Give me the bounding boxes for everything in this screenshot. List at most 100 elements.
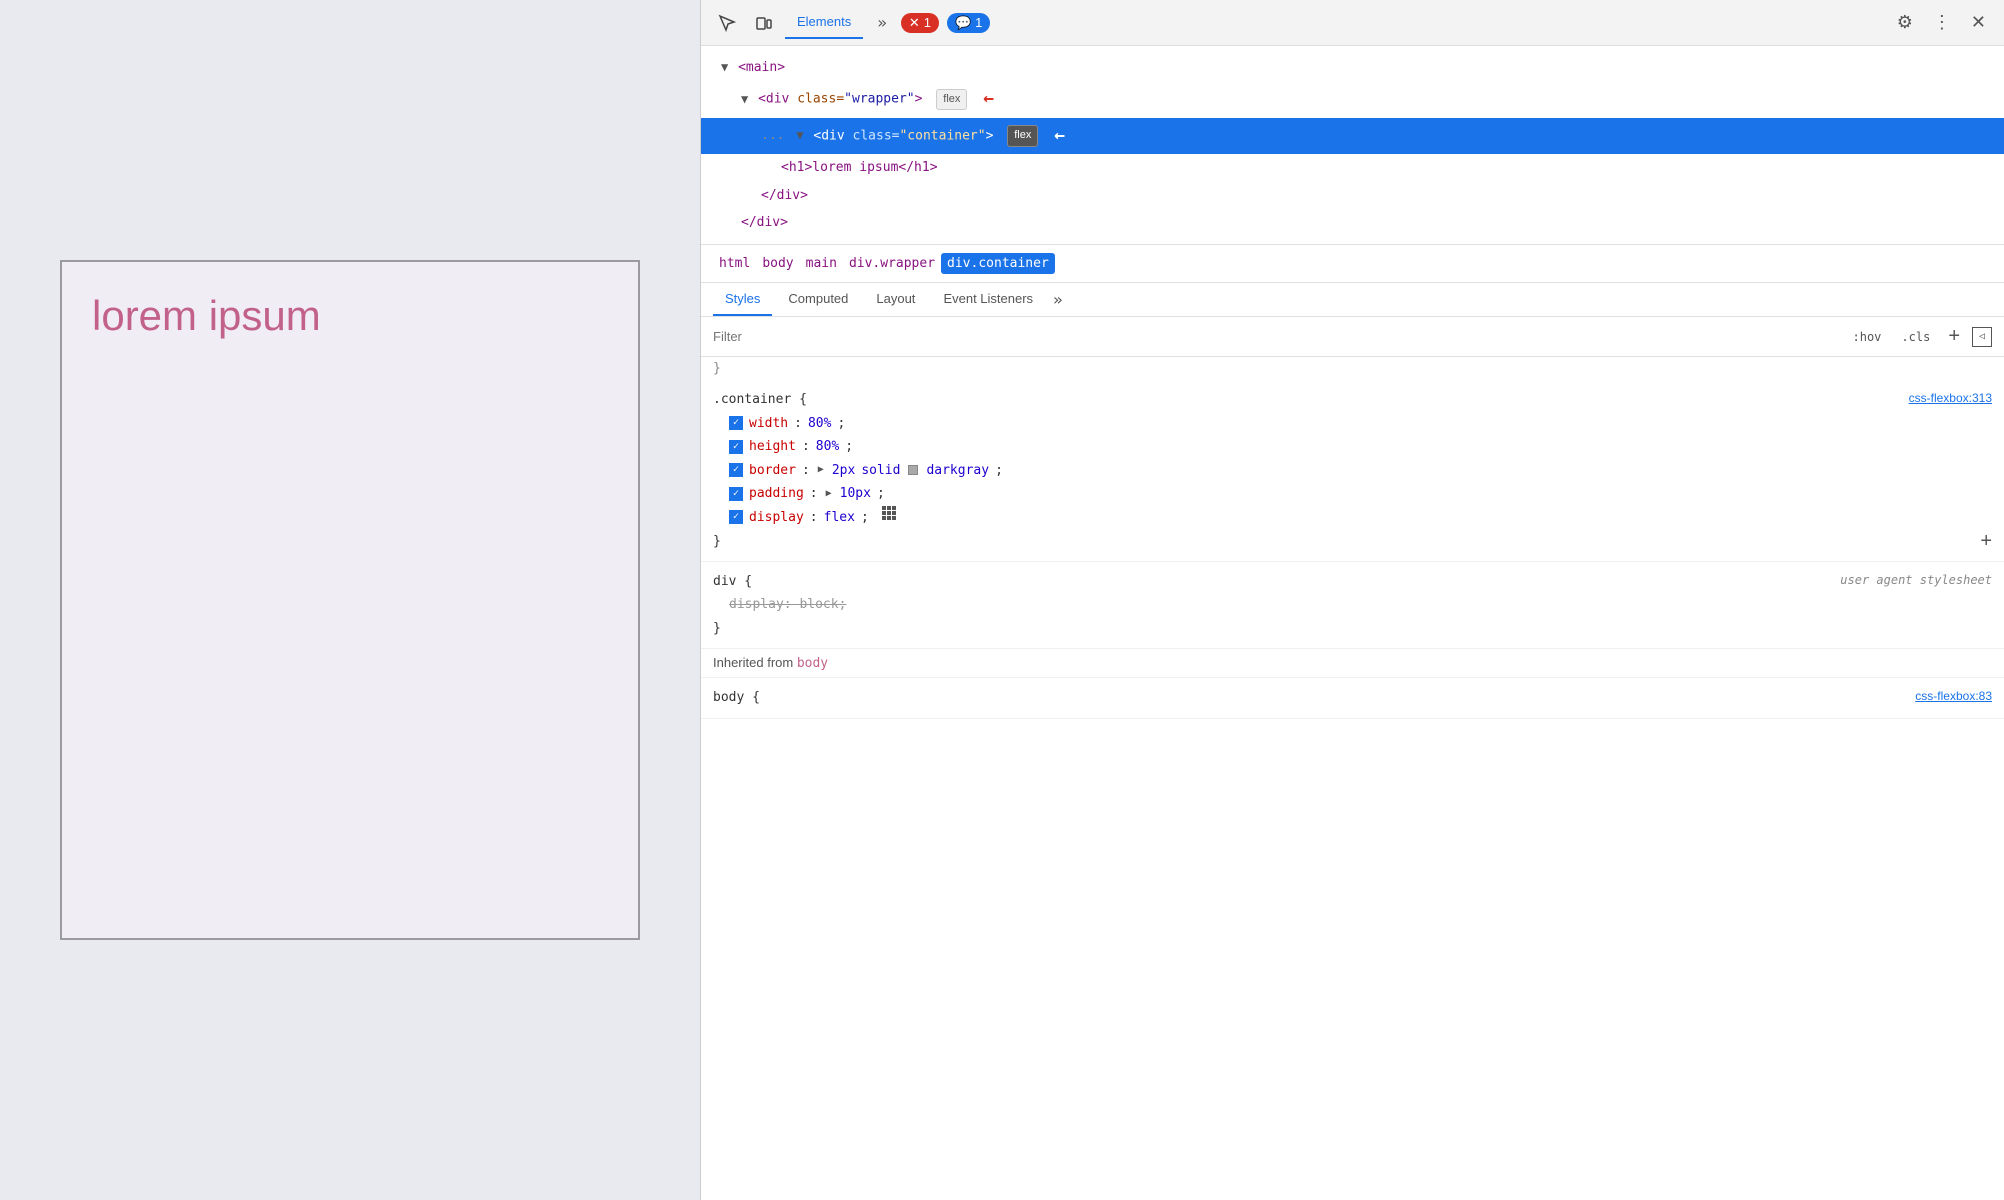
devtools-toolbar: Elements » ✕ 1 💬 1 ⚙ ⋮ ✕ [701,0,2004,46]
container-selector: .container { [713,392,807,407]
styles-more-tabs-icon[interactable]: » [1049,286,1067,313]
breadcrumb-html[interactable]: html [713,253,756,274]
width-checkbox[interactable]: ✓ [729,416,743,430]
add-style-button[interactable]: + [1944,323,1964,350]
height-checkbox[interactable]: ✓ [729,440,743,454]
container-flex-badge[interactable]: flex [1007,125,1038,147]
border-color-swatch[interactable] [908,465,918,475]
height-semicolon: ; [845,435,853,458]
width-semicolon: ; [837,412,845,435]
wrapper-close-bracket: > [915,92,923,107]
tab-layout[interactable]: Layout [864,283,927,316]
tab-elements[interactable]: Elements [785,6,863,39]
container-rule-header: css-flexbox:313 .container { [713,388,1992,411]
tree-div-close2[interactable]: </div> [701,209,2004,236]
tab-styles[interactable]: Styles [713,283,772,316]
inspect-icon [718,14,736,32]
info-badge[interactable]: 💬 1 [947,13,990,33]
inherited-from-label: Inherited from body [701,649,2004,678]
breadcrumb-wrapper[interactable]: div.wrapper [843,253,941,274]
padding-prop-name: padding [749,482,804,505]
tab-computed[interactable]: Computed [776,283,860,316]
width-colon: : [794,412,802,435]
div-selector: div { [713,574,752,589]
hov-button[interactable]: :hov [1847,328,1888,346]
display-checkbox[interactable]: ✓ [729,510,743,524]
wrapper-attr-class: class= [797,92,844,107]
breadcrumb-container[interactable]: div.container [941,253,1055,274]
display-prop-value[interactable]: flex [824,506,855,529]
div-close-text2: </div> [741,215,788,230]
breadcrumb-main[interactable]: main [800,253,843,274]
width-property-line: ✓ width : 80% ; [713,412,1992,435]
display-property-line: ✓ display : flex ; [713,505,1992,529]
padding-property-line: ✓ padding : ▶ 10px ; [713,482,1992,505]
div-rule-close-brace: } [713,621,721,636]
body-css-source-link[interactable]: css-flexbox:83 [1915,686,1992,708]
force-styles-icon[interactable]: ◁ [1972,327,1992,347]
tree-container-tag[interactable]: ... ▼ <div class="container"> flex ← [701,118,2004,154]
breadcrumb-body[interactable]: body [756,253,799,274]
error-count: 1 [924,15,931,30]
error-badge[interactable]: ✕ 1 [901,13,939,33]
padding-semicolon: ; [877,482,885,505]
filter-bar: :hov .cls + ◁ [701,317,2004,357]
more-tabs-icon[interactable]: » [871,9,893,36]
filter-input[interactable] [713,329,1839,344]
dots-prefix: ... [761,128,784,143]
inherited-element[interactable]: body [797,656,828,671]
tree-h1-tag[interactable]: <h1>lorem ipsum</h1> [701,154,2004,181]
border-checkbox[interactable]: ✓ [729,463,743,477]
container-css-rule: css-flexbox:313 .container { ✓ width : 8… [701,380,2004,562]
border-prop-value-px[interactable]: 2px [832,459,855,482]
info-count: 1 [975,15,982,30]
add-property-button[interactable]: + [1980,530,1992,553]
inspect-element-button[interactable] [713,9,741,37]
container-close-bracket: > [986,128,994,143]
height-property-line: ✓ height : 80% ; [713,435,1992,458]
padding-prop-value[interactable]: 10px [840,482,871,505]
breadcrumb: html body main div.wrapper div.container [701,245,2004,283]
container-css-source-link[interactable]: css-flexbox:313 [1909,388,1992,410]
padding-expand-arrow[interactable]: ▶ [826,485,832,503]
info-bubble-icon: 💬 [955,15,971,31]
partial-rule-indicator: } [701,357,2004,380]
close-devtools-button[interactable]: ✕ [1965,8,1992,37]
border-prop-name: border [749,459,796,482]
styles-tabs-bar: Styles Computed Layout Event Listeners » [701,283,2004,317]
display-ua-property-line: display: block; [713,593,1992,616]
wrapper-flex-badge[interactable]: flex [936,89,967,111]
border-prop-value-solid[interactable]: solid [861,459,900,482]
padding-colon: : [810,482,818,505]
cls-button[interactable]: .cls [1895,328,1936,346]
body-rule-header: css-flexbox:83 body { [713,686,1992,709]
flex-grid-icon[interactable] [881,505,897,529]
display-semicolon: ; [861,506,869,529]
border-prop-value-color[interactable]: darkgray [926,459,989,482]
device-toolbar-button[interactable] [749,9,777,37]
width-prop-value[interactable]: 80% [808,412,831,435]
error-x-icon: ✕ [909,15,920,31]
height-prop-value[interactable]: 80% [816,435,839,458]
webpage-container: lorem ipsum [60,260,640,940]
border-expand-arrow[interactable]: ▶ [818,461,824,479]
body-selector: body { [713,690,760,705]
padding-checkbox[interactable]: ✓ [729,487,743,501]
tree-arrow-container: ▼ [796,128,803,142]
border-property-line: ✓ border : ▶ 2px solid darkgray ; [713,459,1992,482]
tree-main-tag[interactable]: ▼ <main> [701,54,2004,81]
display-prop-name: display [749,506,804,529]
div-user-agent-rule: user agent stylesheet div { display: blo… [701,562,2004,649]
tab-event-listeners[interactable]: Event Listeners [931,283,1045,316]
display-ua-prop: display: block; [729,593,846,616]
webpage-preview: lorem ipsum [0,0,700,1200]
container-arrow-indicator: ← [1054,120,1065,152]
div-close-text: </div> [761,188,808,203]
settings-button[interactable]: ⚙ [1891,8,1919,37]
html-tree: ▼ <main> ▼ <div class="wrapper"> flex ← … [701,46,2004,245]
container-rule-close-brace: } [713,530,721,553]
border-semicolon: ; [995,459,1003,482]
more-options-button[interactable]: ⋮ [1927,8,1957,37]
tree-div-close[interactable]: </div> [701,182,2004,209]
tree-wrapper-tag[interactable]: ▼ <div class="wrapper"> flex ← [701,81,2004,117]
